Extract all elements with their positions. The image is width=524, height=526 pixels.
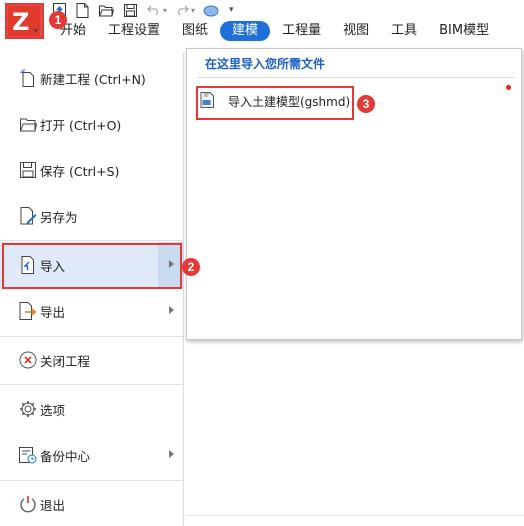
- close-circle-icon: [18, 350, 38, 370]
- file-menu: 新建工程 (Ctrl+N) 打开 (Ctrl+O) 保存 (Ctrl+S) 另存…: [0, 53, 184, 526]
- save-icon: [18, 160, 38, 180]
- menu-item-save-as[interactable]: 另存为: [0, 193, 184, 239]
- tab-project-settings[interactable]: 工程设置: [108, 21, 160, 41]
- menu-item-backup-center[interactable]: 备份中心: [0, 432, 184, 478]
- undo-icon[interactable]: [147, 4, 161, 16]
- callout-badge-2: 2: [182, 258, 200, 276]
- save-icon[interactable]: [124, 3, 137, 17]
- gear-icon: [18, 399, 38, 419]
- callout-badge-3: 3: [357, 95, 375, 113]
- open-folder-icon[interactable]: [99, 4, 114, 17]
- folder-icon: [18, 114, 38, 134]
- menu-item-export[interactable]: 导出: [0, 288, 184, 334]
- new-file-icon: [18, 68, 38, 88]
- callout-highlight-2: [2, 243, 182, 289]
- redo-icon[interactable]: [175, 4, 189, 16]
- menu-item-label: 另存为: [40, 209, 78, 225]
- menu-item-label: 保存 (Ctrl+S): [40, 163, 120, 179]
- power-icon: [18, 494, 38, 514]
- callout-badge-1: 1: [49, 11, 67, 29]
- menu-divider: [0, 384, 184, 385]
- backup-icon: [18, 445, 38, 465]
- tab-quantities[interactable]: 工程量: [282, 21, 321, 41]
- menu-item-close-project[interactable]: 关闭工程: [0, 337, 184, 383]
- customize-icon[interactable]: ▾: [229, 5, 234, 15]
- tab-tools[interactable]: 工具: [391, 21, 417, 41]
- callout-highlight-1: [5, 3, 44, 39]
- menu-item-label: 退出: [40, 497, 66, 513]
- tab-modeling[interactable]: 建模: [220, 21, 271, 41]
- tab-drawings[interactable]: 图纸: [182, 21, 208, 41]
- cloud-icon[interactable]: [203, 4, 219, 17]
- quick-access-toolbar: ▾ ▾ ▾: [53, 2, 244, 18]
- menu-item-open[interactable]: 打开 (Ctrl+O): [0, 101, 184, 147]
- menu-item-label: 打开 (Ctrl+O): [40, 117, 122, 133]
- callout-highlight-3: [196, 86, 354, 120]
- menu-item-label: 新建工程 (Ctrl+N): [40, 71, 146, 87]
- notification-dot: [506, 85, 511, 90]
- menu-item-save[interactable]: 保存 (Ctrl+S): [0, 147, 184, 193]
- canvas-divider: [186, 515, 524, 516]
- menu-item-label: 选项: [40, 402, 66, 418]
- title-bar: Z ▾ ▾ ▾ 开始 工程设置 图纸 建模 工程量 视图 工具 BIM模型: [0, 0, 524, 44]
- menu-item-label: 备份中心: [40, 448, 91, 464]
- chevron-right-icon: [169, 306, 174, 314]
- menu-item-exit[interactable]: 退出: [0, 481, 184, 526]
- menu-item-options[interactable]: 选项: [0, 386, 184, 432]
- submenu-title: 在这里导入您所需文件: [205, 57, 326, 71]
- ribbon-tabs: 开始 工程设置 图纸 建模 工程量 视图 工具 BIM模型: [60, 21, 511, 41]
- tab-view[interactable]: 视图: [343, 21, 369, 41]
- undo-dropdown-icon[interactable]: ▾: [163, 6, 167, 15]
- chevron-right-icon: [169, 450, 174, 458]
- menu-item-label: 关闭工程: [40, 353, 91, 369]
- save-as-icon: [18, 206, 38, 226]
- new-file-icon[interactable]: [76, 2, 89, 18]
- menu-item-label: 导出: [40, 304, 66, 320]
- submenu-divider: [197, 77, 515, 78]
- tab-bim-model[interactable]: BIM模型: [439, 21, 489, 41]
- redo-dropdown-icon[interactable]: ▾: [191, 6, 195, 15]
- menu-item-new-project[interactable]: 新建工程 (Ctrl+N): [0, 55, 184, 101]
- export-icon: [18, 301, 38, 321]
- menu-divider: [0, 240, 184, 241]
